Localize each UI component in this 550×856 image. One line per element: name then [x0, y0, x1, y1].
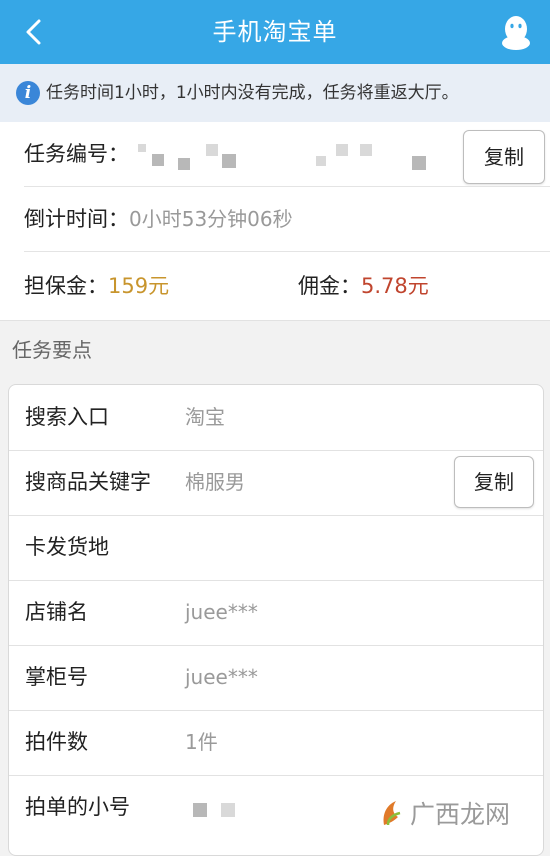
countdown-label-text: 倒计时间：	[24, 207, 129, 231]
item-label: 拍件数	[25, 730, 88, 754]
countdown-row: 倒计时间：0小时53分钟06秒	[0, 187, 550, 251]
item-label: 店铺名	[25, 600, 88, 624]
section-title: 任务要点	[12, 338, 92, 362]
deposit-label: 担保金：	[24, 274, 108, 298]
deposit: 担保金：159元	[24, 252, 169, 320]
list-item-search-keyword: 搜商品关键字 棉服男 复制	[9, 450, 543, 516]
item-value: juee***	[185, 600, 258, 624]
task-number-label: 任务编号：	[24, 142, 129, 166]
task-info-card: 任务编号： 复制 倒计时间：0小时53分钟06秒 担保金：159元 佣金：5.7…	[0, 122, 550, 321]
task-notice-bar: i 任务时间1小时，1小时内没有完成，任务将重返大厅。	[0, 64, 550, 122]
item-value: 1件	[185, 730, 218, 754]
info-icon: i	[16, 81, 40, 105]
copy-task-number-button[interactable]: 复制	[463, 130, 545, 184]
watermark: 广西龙网	[380, 795, 520, 829]
task-points-card: 搜索入口 淘宝 搜商品关键字 棉服男 复制 卡发货地 店铺名 juee*** 掌…	[8, 384, 544, 856]
commission-label: 佣金：	[298, 274, 361, 298]
watermark-logo-icon	[383, 801, 401, 826]
watermark-text: 广西龙网	[410, 800, 511, 829]
notice-text: 任务时间1小时，1小时内没有完成，任务将重返大厅。	[46, 83, 459, 103]
task-number-row: 任务编号： 复制	[0, 122, 550, 186]
qq-penguin-icon[interactable]	[496, 12, 536, 52]
item-label: 掌柜号	[25, 665, 88, 689]
payment-row: 担保金：159元 佣金：5.78元	[0, 252, 550, 320]
copy-keyword-button[interactable]: 复制	[454, 456, 534, 508]
top-bar: 手机淘宝单	[0, 0, 550, 64]
item-value: juee***	[185, 665, 258, 689]
commission: 佣金：5.78元	[298, 252, 429, 320]
deposit-value: 159元	[108, 274, 170, 298]
list-item-search-entry: 搜索入口 淘宝	[9, 385, 543, 451]
list-item-quantity: 拍件数 1件	[9, 710, 543, 776]
item-value: 淘宝	[185, 405, 225, 429]
item-value: 棉服男	[185, 470, 245, 494]
item-label: 卡发货地	[25, 535, 109, 559]
countdown-value: 0小时53分钟06秒	[129, 207, 293, 231]
list-item-shop-name: 店铺名 juee***	[9, 580, 543, 646]
item-label: 拍单的小号	[25, 795, 130, 819]
commission-value: 5.78元	[361, 274, 429, 298]
list-item-ship-from: 卡发货地	[9, 515, 543, 581]
item-label: 搜索入口	[25, 405, 109, 429]
page-title: 手机淘宝单	[212, 18, 338, 46]
countdown-label: 倒计时间：0小时53分钟06秒	[24, 187, 293, 251]
list-item-shopkeeper: 掌柜号 juee***	[9, 645, 543, 711]
item-label: 搜商品关键字	[25, 470, 151, 494]
